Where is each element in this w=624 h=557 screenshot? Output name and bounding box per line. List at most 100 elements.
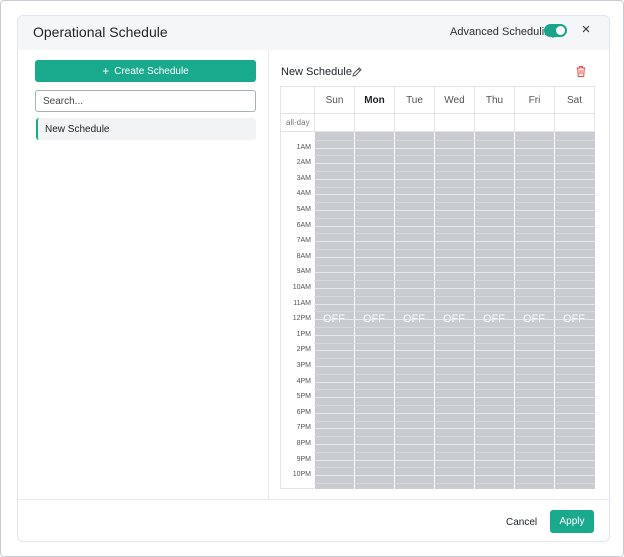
grid-line <box>314 163 595 165</box>
grid-line <box>314 428 595 430</box>
hour-label: 9AM <box>296 268 311 276</box>
day-header-tue: Tue <box>394 87 434 113</box>
apply-button[interactable]: Apply <box>550 510 594 533</box>
hour-label: 1PM <box>296 330 311 338</box>
grid-line <box>314 241 595 243</box>
grid-line <box>314 342 595 344</box>
grid-line <box>314 483 595 484</box>
grid-line <box>314 288 595 289</box>
grid-line <box>314 210 595 211</box>
hour-label: 10PM <box>292 471 311 479</box>
grid-line <box>314 420 595 422</box>
hour-label: 2AM <box>296 159 311 167</box>
all-day-cell-thu[interactable] <box>474 114 514 133</box>
grid-line <box>314 194 595 196</box>
grid-line <box>314 373 595 375</box>
grid-line <box>314 397 595 399</box>
plus-icon: + <box>102 64 110 78</box>
grid-line <box>314 405 595 406</box>
schedule-name: New Schedule <box>281 66 352 78</box>
grid-line <box>314 366 595 367</box>
all-day-cell-tue[interactable] <box>394 114 434 133</box>
hour-label: 8PM <box>296 440 311 447</box>
edit-pencil-icon[interactable] <box>351 66 363 78</box>
grid-line <box>314 319 595 321</box>
dialog-footer: Cancel Apply <box>18 499 609 541</box>
grid-line <box>314 311 595 313</box>
grid-line <box>314 264 595 266</box>
grid-line <box>314 171 595 172</box>
grid-line <box>314 186 595 188</box>
hour-label: 7AM <box>296 237 311 245</box>
dialog-header: Operational Schedule Advanced Scheduling… <box>18 16 609 50</box>
hour-label: 3PM <box>296 362 311 369</box>
hour-label: 8AM <box>296 252 311 260</box>
grid-line <box>314 272 595 274</box>
all-day-cell-sun[interactable] <box>314 114 354 133</box>
grid-line <box>314 280 595 282</box>
all-day-cell-wed[interactable] <box>434 114 474 133</box>
grid-line <box>314 412 595 414</box>
grid-line <box>314 389 595 391</box>
schedule-list-item[interactable]: New Schedule <box>36 118 256 140</box>
search-input[interactable] <box>35 90 256 112</box>
all-day-cell-mon[interactable] <box>354 114 394 133</box>
close-icon[interactable]: × <box>578 21 594 39</box>
grid-line <box>314 303 595 305</box>
grid-line <box>314 467 595 469</box>
hour-label: 10AM <box>292 284 311 291</box>
grid-line <box>314 295 595 297</box>
time-grid: OFF OFF OFF OFF OFF OFF OFF <box>314 132 595 489</box>
hour-label: 3AM <box>296 174 311 182</box>
grid-line <box>314 334 595 336</box>
grid-line <box>314 147 595 149</box>
hour-label: 2PM <box>296 346 311 354</box>
grid-line <box>314 225 595 227</box>
all-day-cell-fri[interactable] <box>514 114 554 133</box>
hour-label: 9PM <box>296 455 311 463</box>
hour-label: 11AM <box>293 299 311 307</box>
dialog-title: Operational Schedule <box>33 24 168 40</box>
advanced-scheduling-label: Advanced Scheduling <box>450 26 557 38</box>
grid-line <box>314 155 595 157</box>
grid-line <box>314 350 595 352</box>
all-day-label: all-day <box>286 118 310 127</box>
hour-label: 6AM <box>296 221 311 229</box>
week-calendar: all-day OFF OFF OFF OFF OFF OFF OFF Sun Mon Tue W… <box>280 86 595 489</box>
grid-line <box>314 202 595 204</box>
grid-line <box>314 256 595 258</box>
grid-line <box>314 217 595 219</box>
grid-line <box>314 381 595 383</box>
grid-line <box>314 358 595 360</box>
grid-line <box>314 249 595 250</box>
advanced-scheduling-toggle[interactable] <box>544 24 567 37</box>
cancel-button[interactable]: Cancel <box>506 517 537 528</box>
grid-line <box>314 178 595 180</box>
day-header-mon: Mon <box>354 87 394 113</box>
day-header-thu: Thu <box>474 87 514 113</box>
grid-line <box>314 444 595 445</box>
grid-line <box>314 139 595 141</box>
schedule-sidebar: + Create Schedule New Schedule <box>18 50 269 499</box>
grid-line <box>314 436 595 438</box>
grid-line <box>314 475 595 477</box>
all-day-cell-sat[interactable] <box>554 114 594 133</box>
grid-line <box>314 459 595 461</box>
all-day-row: all-day <box>281 113 594 133</box>
hour-label: 4PM <box>296 377 311 385</box>
hour-label: 1AM <box>296 143 311 151</box>
grid-line <box>314 451 595 453</box>
delete-trash-icon[interactable] <box>575 65 587 78</box>
hour-label: 5AM <box>296 206 311 213</box>
day-header-fri: Fri <box>514 87 554 113</box>
schedule-editor: New Schedule all-day OFF OFF OFF OFF OFF OFF O… <box>270 50 609 499</box>
toggle-knob <box>556 26 565 35</box>
day-header-wed: Wed <box>434 87 474 113</box>
hour-label: 4AM <box>296 190 311 198</box>
create-schedule-button[interactable]: + Create Schedule <box>35 60 256 82</box>
create-schedule-label: Create Schedule <box>114 65 189 77</box>
schedule-dialog: Operational Schedule Advanced Scheduling… <box>17 15 610 542</box>
window-frame: Operational Schedule Advanced Scheduling… <box>0 0 624 557</box>
hour-label: 7PM <box>296 424 311 432</box>
hour-label: 6PM <box>296 408 311 416</box>
